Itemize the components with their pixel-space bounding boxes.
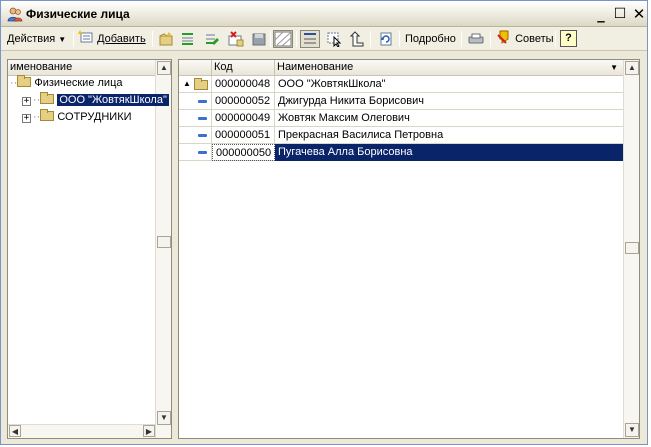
element-icon xyxy=(198,100,207,103)
actions-menu[interactable]: Действия ▼ xyxy=(7,29,66,49)
name-cell: ООО "ЖовтякШкола" xyxy=(278,78,386,90)
tree-root[interactable]: ·· Физические лица xyxy=(10,75,122,92)
maximize-button[interactable]: ☐ xyxy=(611,5,629,23)
tree-item[interactable]: + ·· СОТРУДНИКИ xyxy=(22,109,132,126)
edit-icon[interactable] xyxy=(204,31,220,47)
details-button[interactable]: Подробно xyxy=(405,29,456,49)
name-cell: Прекрасная Василиса Петровна xyxy=(278,129,444,141)
actions-label: Действия xyxy=(7,33,56,45)
toolbar-separator xyxy=(461,31,462,47)
name-cell-selected: Пугачева Алла Борисовна xyxy=(275,144,623,161)
scroll-right-icon[interactable]: ▶ xyxy=(143,425,155,437)
copy-icon[interactable] xyxy=(180,31,196,47)
list-panel: Код Наименование ▼ ▲ ▼ ▲ 000000048 ООО "… xyxy=(178,59,640,439)
minimize-button[interactable]: _ xyxy=(592,5,610,23)
tree-header[interactable]: именование xyxy=(8,60,156,76)
add-button[interactable]: Добавить xyxy=(78,29,146,49)
tips-label: Советы xyxy=(515,33,554,45)
tips-button[interactable]: Советы xyxy=(496,29,554,49)
scroll-left-icon[interactable]: ◀ xyxy=(9,425,21,437)
folder-icon xyxy=(17,75,32,87)
toolbar-separator xyxy=(73,31,74,47)
tree-panel: именование ▲ ▼ ◀ ▶ ·· Физические лица + ··… xyxy=(7,59,172,439)
expand-icon[interactable]: + xyxy=(22,114,31,123)
element-icon xyxy=(198,117,207,120)
toolbar-separator xyxy=(399,31,400,47)
window-title: Физические лица xyxy=(26,7,130,21)
code-cell: 000000048 xyxy=(212,76,275,93)
add-icon xyxy=(78,30,93,43)
table-row[interactable]: ▲ 000000048 ООО "ЖовтякШкола" xyxy=(179,76,623,93)
hierarchy-list-icon xyxy=(304,33,316,44)
element-icon xyxy=(198,151,207,154)
toolbar-separator xyxy=(270,31,271,47)
add-group-icon[interactable] xyxy=(158,31,174,47)
list-vertical-scrollbar[interactable]: ▲ ▼ xyxy=(623,60,639,438)
toolbar-separator xyxy=(555,31,556,47)
level-up-icon[interactable] xyxy=(349,31,365,47)
expand-icon[interactable]: + xyxy=(22,97,31,106)
people-icon xyxy=(7,7,23,22)
toolbar-separator xyxy=(370,31,371,47)
dropdown-arrow-icon: ▼ xyxy=(58,35,67,44)
scroll-down-icon[interactable]: ▼ xyxy=(625,423,639,437)
help-button[interactable]: ? xyxy=(560,30,577,47)
icon-column-header[interactable] xyxy=(179,60,212,76)
table-row[interactable]: 000000052 Джигурда Никита Борисович xyxy=(179,93,623,110)
table-row[interactable]: 000000049 Жовтяк Максим Олегович xyxy=(179,110,623,127)
name-column-header[interactable]: Наименование ▼ xyxy=(275,60,625,76)
tree-item-label: СОТРУДНИКИ xyxy=(57,111,132,123)
name-cell: Жовтяк Максим Олегович xyxy=(278,112,410,124)
tree-horizontal-scrollbar[interactable]: ◀ ▶ xyxy=(8,424,155,438)
code-cell: 000000049 xyxy=(212,110,275,127)
add-label: Добавить xyxy=(97,33,146,45)
sort-arrow-icon: ▼ xyxy=(610,63,618,72)
select-cursor-icon[interactable] xyxy=(327,31,343,47)
close-button[interactable]: ✕ xyxy=(630,5,648,23)
hierarchy-toggle[interactable] xyxy=(300,30,320,48)
scroll-up-icon[interactable]: ▲ xyxy=(625,61,639,75)
name-cell: Джигурда Никита Борисович xyxy=(278,95,424,107)
toolbar-separator xyxy=(152,31,153,47)
scroll-thumb[interactable] xyxy=(625,242,639,254)
title-bar: Физические лица _ ☐ ✕ xyxy=(1,1,647,27)
scroll-thumb[interactable] xyxy=(157,236,171,248)
folder-icon xyxy=(194,78,208,90)
scroll-down-icon[interactable]: ▼ xyxy=(157,411,171,425)
group-up-arrow-icon: ▲ xyxy=(183,79,191,88)
tree-item[interactable]: + ·· ООО "ЖовтякШкола" xyxy=(22,92,169,109)
hatch-filter-icon xyxy=(274,31,292,47)
tree-item-label: ООО "ЖовтякШкола" xyxy=(57,94,169,106)
toolbar-separator xyxy=(490,31,491,47)
code-cell: 000000051 xyxy=(212,127,275,144)
code-cell: 000000052 xyxy=(212,93,275,110)
scroll-up-icon[interactable]: ▲ xyxy=(157,61,171,75)
toolbar-separator xyxy=(296,31,297,47)
code-cell: 000000050 xyxy=(212,144,275,161)
tree-vertical-scrollbar[interactable]: ▲ ▼ xyxy=(155,60,171,438)
main-window: Физические лица _ ☐ ✕ Действия ▼ Добавит… xyxy=(0,0,648,445)
folder-icon xyxy=(40,109,55,121)
printer-icon[interactable] xyxy=(468,31,484,47)
code-column-header[interactable]: Код xyxy=(212,60,275,76)
tree-root-label: Физические лица xyxy=(34,77,123,89)
save-icon[interactable] xyxy=(251,31,267,47)
refresh-icon[interactable] xyxy=(378,31,394,47)
toolbar: Действия ▼ Добавить Подробно Советы ? xyxy=(1,27,647,51)
element-icon xyxy=(198,134,207,137)
table-row[interactable]: 000000050 Пугачева Алла Борисовна xyxy=(179,144,623,161)
table-row[interactable]: 000000051 Прекрасная Василиса Петровна xyxy=(179,127,623,144)
delete-mark-icon[interactable] xyxy=(228,31,244,47)
filter-toggle[interactable] xyxy=(273,30,293,48)
name-column-label: Наименование xyxy=(277,61,354,73)
folder-icon xyxy=(40,92,55,104)
tips-icon xyxy=(497,30,509,44)
